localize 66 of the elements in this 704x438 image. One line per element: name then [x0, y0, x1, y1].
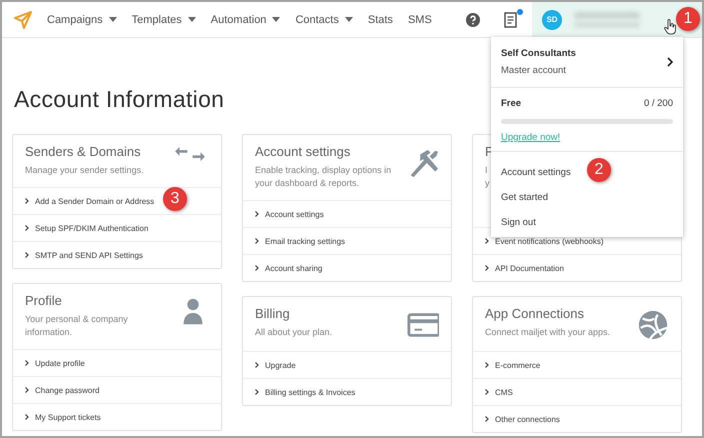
chevron-icon	[485, 416, 489, 422]
card-link[interactable]: Account sharing	[243, 254, 451, 281]
card-link[interactable]: Setup SPF/DKIM Authentication	[13, 214, 221, 241]
card-description: Manage your sender settings.	[25, 164, 144, 177]
card-title: Profile	[25, 293, 62, 308]
card-description: Connect mailjet with your apps.	[485, 326, 610, 339]
card-link[interactable]: Billing settings & Invoices	[243, 378, 451, 405]
chevron-icon	[255, 362, 259, 368]
chevron-icon	[255, 211, 259, 217]
chevron-icon	[25, 414, 29, 420]
notes-icon[interactable]	[504, 12, 518, 28]
card-description: I y	[485, 164, 490, 190]
card-link[interactable]: My Support tickets	[13, 403, 221, 430]
menu-item[interactable]: Get started	[501, 185, 548, 210]
card-link[interactable]: API Documentation	[473, 254, 681, 281]
plan-usage: 0 / 200	[644, 98, 673, 109]
chevron-icon	[485, 265, 489, 271]
card-link[interactable]: E-commerce	[473, 351, 681, 378]
account-role: Master account	[501, 65, 567, 76]
chevron-icon	[485, 389, 489, 395]
nav-menu-item[interactable]: SMS	[408, 14, 432, 26]
organization-name: Self Consultants	[501, 48, 577, 59]
chevron-icon	[25, 225, 29, 231]
chevron-icon	[25, 360, 29, 366]
card-title: App Connections	[485, 306, 584, 321]
chevron-icon	[485, 362, 489, 368]
caret-icon	[344, 17, 353, 22]
card-link[interactable]: CMS	[473, 378, 681, 405]
card-description: Enable tracking, display options in your dashboard & reports.	[255, 164, 392, 190]
nav-menu-item[interactable]: Stats	[368, 14, 393, 26]
caret-icon	[108, 17, 117, 22]
card-link[interactable]: Upgrade	[243, 351, 451, 378]
card-link[interactable]: Account settings	[243, 200, 451, 227]
chevron-icon	[25, 252, 29, 258]
nav-menu-item[interactable]: Automation	[210, 14, 280, 26]
chevron-icon	[25, 198, 29, 204]
help-icon[interactable]	[466, 12, 480, 26]
page-title: Account Information	[14, 86, 224, 113]
card-title: Senders & Domains	[25, 144, 141, 159]
plan-name: Free	[501, 98, 522, 109]
blurred-name	[574, 12, 640, 28]
hand-cursor-icon	[664, 19, 676, 35]
chevron-icon	[25, 387, 29, 393]
nav-menu-item[interactable]: Contacts	[295, 14, 353, 26]
chevron-icon	[255, 238, 259, 244]
caret-icon	[272, 17, 280, 22]
card-link[interactable]: SMTP and SEND API Settings	[13, 241, 221, 268]
chevron-icon	[255, 389, 259, 395]
card-description: Your personal & company information.	[25, 313, 129, 339]
card-link[interactable]: Other connections	[473, 405, 681, 432]
chevron-icon[interactable]	[667, 57, 673, 67]
card-link[interactable]: Email tracking settings	[243, 227, 451, 254]
nav-menu-item[interactable]: Campaigns	[47, 14, 117, 26]
chevron-icon	[485, 238, 489, 244]
card-link[interactable]: Change password	[13, 376, 221, 403]
nav-menu-item[interactable]: Templates	[132, 14, 196, 26]
caret-icon	[188, 17, 196, 22]
card-title: Account settings	[255, 144, 350, 159]
avatar: SD	[542, 10, 562, 30]
card-link[interactable]: Update profile	[13, 349, 221, 376]
arrows-icon	[175, 147, 205, 161]
chevron-icon	[255, 265, 259, 271]
card-title: Billing	[255, 306, 290, 321]
globe-icon	[637, 309, 669, 341]
menu-item[interactable]: Account settings	[501, 160, 571, 185]
card-description: All about your plan.	[255, 326, 332, 339]
